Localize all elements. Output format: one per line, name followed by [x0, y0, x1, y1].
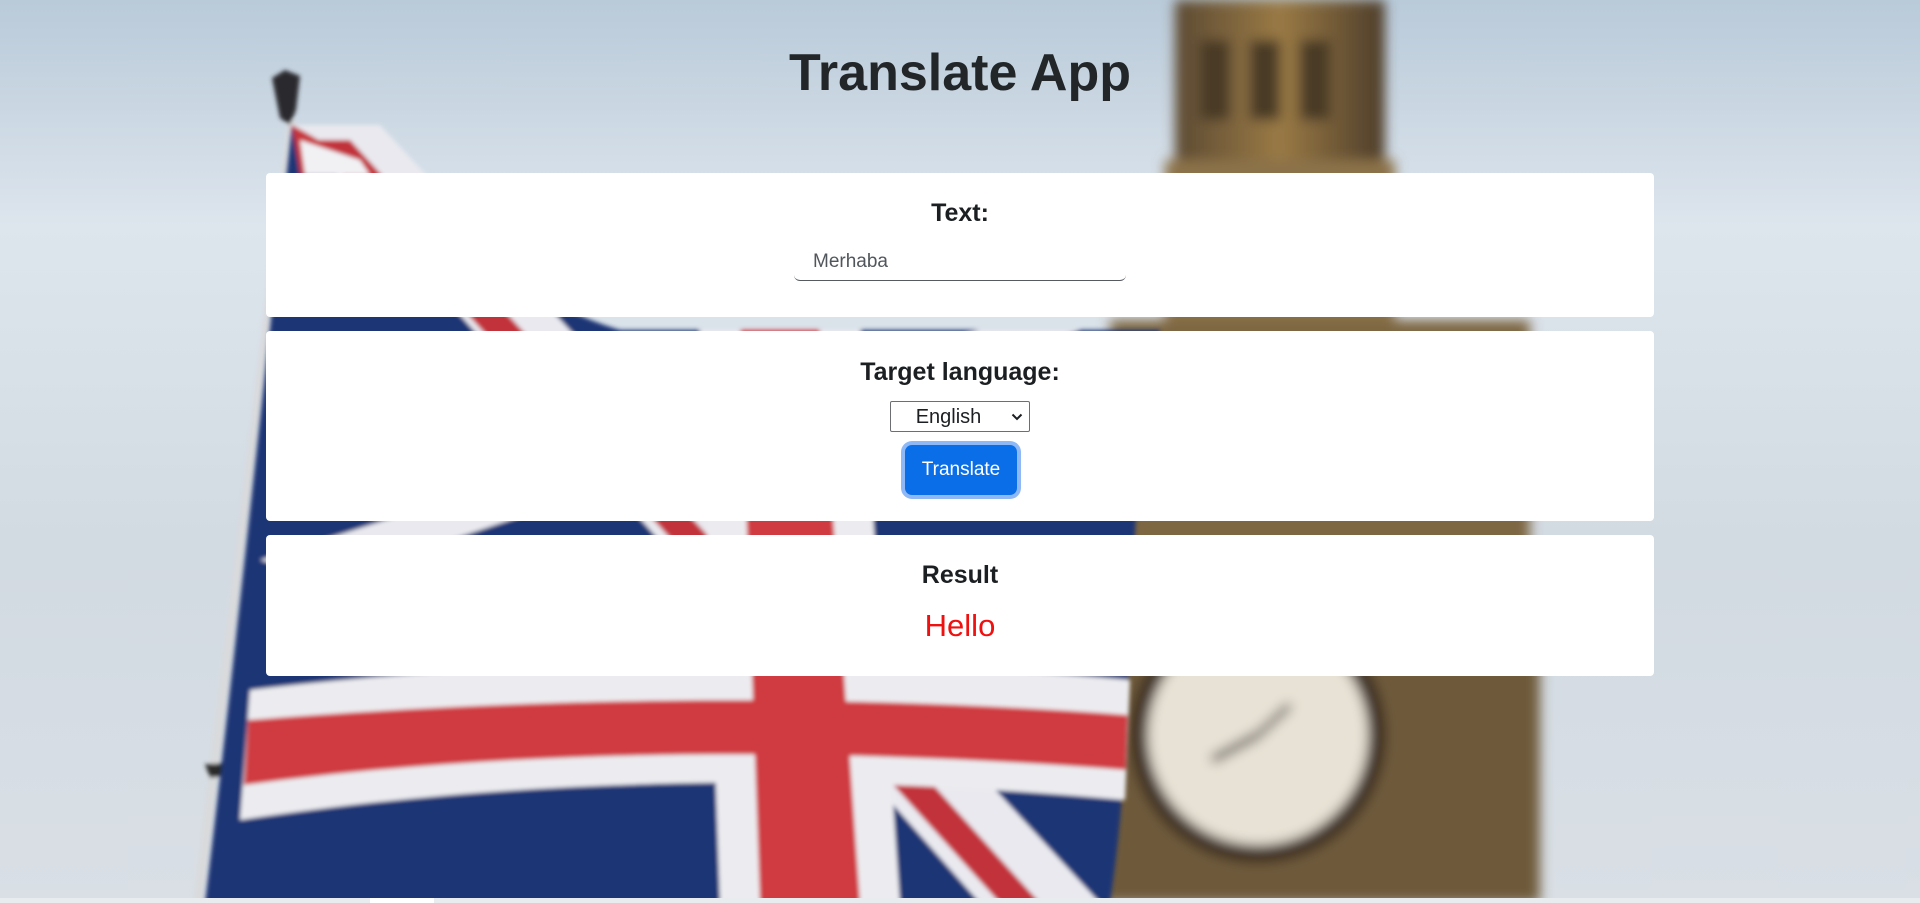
translate-button[interactable]: Translate — [905, 445, 1017, 495]
translation-result: Hello — [924, 608, 996, 643]
target-language-select[interactable]: English — [890, 401, 1030, 432]
result-label: Result — [921, 561, 999, 589]
horizontal-scrollbar[interactable] — [0, 898, 1920, 903]
scrollbar-thumb[interactable] — [370, 898, 434, 903]
source-text-input[interactable] — [794, 243, 1126, 281]
result-card: Result Hello — [266, 535, 1654, 676]
selected-language: English — [915, 406, 982, 428]
text-label: Text: — [931, 199, 989, 227]
page-title: Translate App — [789, 44, 1131, 102]
text-input-card: Text: — [266, 173, 1654, 317]
chevron-down-icon — [1011, 413, 1023, 421]
language-card: Target language: English Translate — [266, 331, 1654, 521]
target-language-label: Target language: — [860, 358, 1060, 386]
